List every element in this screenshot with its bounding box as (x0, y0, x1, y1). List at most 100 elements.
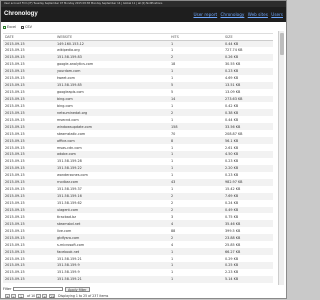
date-cell: 2015-09-15 (3, 227, 55, 235)
chronology-table-container: DATE WEBSITE HITS SIZE 2015-09-15 149.160… (3, 33, 273, 285)
date-cell: 2015-09-15 (3, 248, 55, 256)
size-cell: 2.61 KB (223, 144, 273, 151)
date-cell: 2015-09-15 (3, 130, 55, 138)
nav-web-sites[interactable]: Web sites (248, 12, 268, 17)
date-cell: 2015-09-15 (3, 137, 55, 145)
table-row[interactable]: 2015-09-15 msecnd.com 1 0.44 KB (3, 116, 273, 124)
website-cell: 149.160.153.12 (55, 40, 169, 47)
table-row[interactable]: 2015-09-15 rncdbar.com 43 982.97 KB (3, 178, 273, 186)
nav-user-report[interactable]: User report (193, 12, 217, 17)
table-row[interactable]: 2015-09-15 facebook.net 1 66.27 KB (3, 248, 273, 256)
table-row[interactable]: 2015-09-15 151.58.159.21 1 5.14 KB (3, 275, 273, 283)
nav-chronology[interactable]: Chronology (221, 12, 245, 17)
apply-filter-button[interactable]: Apply filter (65, 286, 90, 292)
date-cell: 2015-09-15 (3, 144, 55, 151)
website-cell: 151.58.159.21 (55, 255, 169, 262)
hits-cell: 1 (169, 164, 223, 172)
table-row[interactable]: 2015-09-15 151.58.159.37 1 15.42 KB (3, 185, 273, 193)
first-page-button[interactable]: « (5, 294, 10, 299)
nav-users[interactable]: Users (271, 12, 283, 17)
app-header: Chronology User report Chronology Web si… (1, 7, 286, 22)
table-row[interactable]: 2015-09-15 adobe.com 1 4.50 KB (3, 151, 273, 158)
website-cell: netsuminedat.org (55, 109, 169, 117)
table-row[interactable]: 2015-09-15 151.58.159.22 1 2.20 KB (3, 164, 273, 172)
table-row[interactable]: 2015-09-15 gtdfysra.com 2 23.88 KB (3, 234, 273, 242)
prev-page-button[interactable]: ‹ (11, 294, 16, 299)
hits-cell: 1 (169, 262, 223, 269)
table-scrollbar[interactable] (278, 31, 284, 285)
size-cell: 0.44 KB (223, 116, 273, 124)
website-cell: googleapis.com (55, 88, 169, 96)
date-cell: 2015-09-15 (3, 178, 55, 186)
table-row[interactable]: 2015-09-15 wikipedia.org 1 727.74 KB (3, 46, 273, 54)
table-row[interactable]: 2015-09-15 ulagent.com 2 0.49 KB (3, 206, 273, 214)
table-row[interactable]: 2015-09-15 151.58.159.9 1 2.23 KB (3, 268, 273, 276)
scrollbar-thumb[interactable] (280, 33, 284, 55)
date-cell: 2015-09-15 (3, 95, 55, 103)
date-cell: 2015-09-15 (3, 109, 55, 117)
pagination-bar: «‹ 1 of 10 ›» 25 Displaying 1 to 25 of 237 i… (5, 293, 205, 299)
table-row[interactable]: 2015-09-15 wonderzones.com 1 0.23 KB (3, 171, 273, 179)
export-excel-link[interactable]: Excel (7, 25, 16, 29)
table-row[interactable]: 2015-09-15 tweet.com 1 4.69 KB (3, 74, 273, 82)
excel-icon[interactable] (3, 25, 6, 29)
website-cell: 151.58.159.22 (55, 164, 169, 172)
table-row[interactable]: 2015-09-15 steamstatic.com 70 208.87 KB (3, 130, 273, 138)
table-row[interactable]: 2015-09-15 151.58.159.62 2 0.24 KB (3, 199, 273, 207)
filter-input[interactable] (13, 287, 63, 291)
table-row[interactable]: 2015-09-15 netsuminedat.org 2 0.38 KB (3, 109, 273, 117)
table-body: 2015-09-15 149.160.153.12 1 0.44 KB 2015-09-… (3, 40, 273, 283)
table-row[interactable]: 2015-09-15 yourdom.com 1 0.23 KB (3, 67, 273, 75)
date-cell: 2015-09-15 (3, 206, 55, 214)
hits-cell: 158 (169, 123, 223, 131)
website-cell: yourdom.com (55, 67, 169, 75)
table-row[interactable]: 2015-09-15 151.58.159.28 1 0.23 KB (3, 157, 273, 165)
size-cell: 15.42 KB (223, 185, 273, 193)
date-cell: 2015-09-15 (3, 88, 55, 96)
hits-cell: 1 (169, 144, 223, 151)
table-row[interactable]: 2015-09-15 151.58.159.85 5 13.51 KB (3, 81, 273, 89)
size-cell: 33.56 KB (223, 123, 273, 131)
hits-cell: 1 (169, 40, 223, 47)
table-row[interactable]: 2015-09-15 bing.com 1 0.42 KB (3, 102, 273, 110)
next-page-button[interactable]: › (36, 294, 42, 299)
table-row[interactable]: 2015-09-15 steamsbd.net 4 35.46 KB (3, 220, 273, 228)
table-row[interactable]: 2015-09-15 live.com 88 399.5 KB (3, 227, 273, 235)
website-cell: 151.58.159.21 (55, 275, 169, 283)
website-cell: 151.58.159.83 (55, 53, 169, 61)
table-row[interactable]: 2015-09-15 bing.com 14 273.63 KB (3, 95, 273, 103)
page-number-input[interactable]: 1 (18, 294, 24, 299)
table-row[interactable]: 2015-09-15 windowsupdate.com 158 33.56 KB (3, 123, 273, 131)
table-row[interactable]: 2015-09-15 151.58.159.83 2 0.26 KB (3, 53, 273, 61)
table-row[interactable]: 2015-09-15 google-analytics.com 18 30.55 KB (3, 60, 273, 68)
size-cell: 0.42 KB (223, 102, 273, 110)
chronology-table: DATE WEBSITE HITS SIZE 2015-09-15 149.160… (3, 34, 273, 283)
date-cell: 2015-09-15 (3, 192, 55, 200)
website-cell: 151.58.159.9 (55, 268, 169, 276)
table-row[interactable]: 2015-09-15 tiracbad.bz 3 0.75 KB (3, 213, 273, 221)
page-title: Chronology (4, 11, 38, 17)
date-cell: 2015-09-15 (3, 275, 55, 283)
table-row[interactable]: 2015-09-15 151.58.159.21 1 0.29 KB (3, 255, 273, 262)
size-cell: 13.09 KB (223, 88, 273, 96)
export-csv-link[interactable]: CSV (25, 25, 32, 29)
rows-per-page-select[interactable]: 25 (49, 294, 56, 299)
size-cell: 0.25 KB (223, 262, 273, 269)
size-cell: 0.23 KB (223, 171, 273, 179)
website-cell: windowsupdate.com (55, 123, 169, 131)
hits-cell: 1 (169, 74, 223, 82)
table-row[interactable]: 2015-09-15 151.58.159.9 1 0.25 KB (3, 262, 273, 269)
table-row[interactable]: 2015-09-15 149.160.153.12 1 0.44 KB (3, 40, 273, 47)
website-cell: facebook.net (55, 248, 169, 256)
table-row[interactable]: 2015-09-15 office.com 8 56.1 KB (3, 137, 273, 145)
csv-icon[interactable] (21, 25, 25, 29)
table-row[interactable]: 2015-09-15 googleapis.com 5 13.09 KB (3, 88, 273, 96)
last-page-button[interactable]: » (42, 294, 48, 299)
table-row[interactable]: 2015-09-15 s-microsoft.com 4 25.85 KB (3, 241, 273, 249)
hits-cell: 2 (169, 192, 223, 200)
date-cell: 2015-09-15 (3, 185, 55, 193)
table-row[interactable]: 2015-09-15 151.58.159.16 2 7.69 KB (3, 192, 273, 200)
date-cell: 2015-09-15 (3, 102, 55, 110)
table-row[interactable]: 2015-09-15 msas-cdn.com 1 2.61 KB (3, 144, 273, 151)
website-cell: 151.58.159.37 (55, 185, 169, 193)
